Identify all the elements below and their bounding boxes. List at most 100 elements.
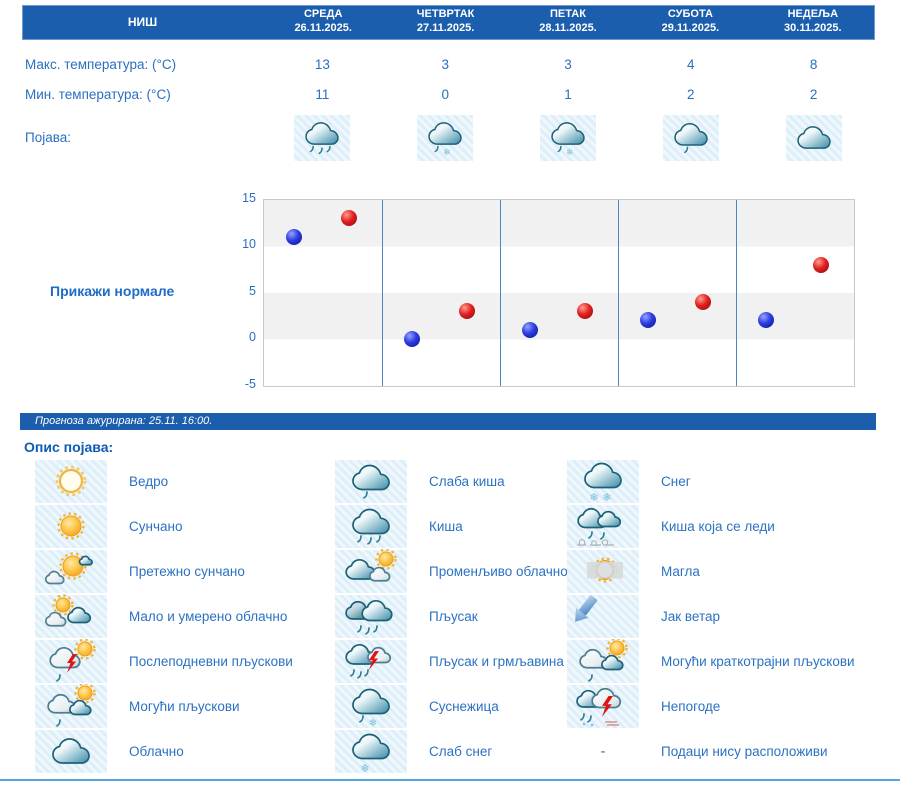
- max-temp-value: 8: [809, 56, 818, 72]
- min-temp-value: 2: [687, 86, 695, 102]
- cloud-icon: [35, 729, 107, 773]
- legend-item-label: Променљиво облачно: [429, 563, 568, 579]
- cloud-icon: [785, 114, 842, 161]
- show-normals-link[interactable]: Прикажи нормале: [50, 283, 174, 299]
- legend-item-label: Слаб снег: [429, 743, 493, 759]
- legend-item-label: Мало и умерено облачно: [129, 608, 288, 624]
- cloud-snow2-icon: ❄ ❄: [567, 459, 639, 503]
- legend-item: Јак ветар: [567, 594, 900, 639]
- legend-column: Ведро Сунчано Претежно сунчано Мало и умере…: [35, 459, 335, 774]
- y-axis-tick: -5: [244, 376, 256, 391]
- legend-item-label: Пљусак и грмљавина: [429, 653, 564, 669]
- sun-cloud-icon: [35, 549, 107, 593]
- legend-item: Магла: [567, 549, 900, 594]
- day-header: НЕДЕЉА 30.11.2025.: [784, 8, 842, 34]
- max-temp-point: [576, 303, 593, 320]
- weather-forecast-page: НИШ СРЕДА 26.11.2025. ЧЕТВРТАК 27.11.2025. П…: [0, 0, 900, 788]
- min-temp-value: 1: [564, 86, 572, 102]
- legend-item-label: Непогоде: [661, 698, 721, 714]
- clouds-sun2-icon: [335, 549, 407, 593]
- max-temp-value: 3: [564, 56, 572, 72]
- legend-item: - Подаци нису расположиви: [567, 729, 900, 774]
- temperature-chart: Прикажи нормале 15 10 5 0 -5: [0, 189, 900, 399]
- legend-item: Слаба киша: [335, 459, 567, 504]
- day-weather-cell: ❄: [384, 114, 507, 161]
- chart-day-separator: [736, 199, 737, 386]
- forecast-updated-bar: Прогноза ажурирана: 25.11. 16:00.: [20, 412, 876, 430]
- legend-item-label: Могући пљускови: [129, 698, 240, 714]
- min-temp-row: Мин. температура: (°C) 11 0 1 2 2: [22, 87, 875, 102]
- legend-item-label: Слаба киша: [429, 473, 505, 489]
- svg-text:❄: ❄: [360, 762, 369, 773]
- cloud-storm-rain-icon: [335, 639, 407, 683]
- legend-item: Киша: [335, 504, 567, 549]
- max-temp-point: [812, 256, 829, 273]
- clouds-sun-rain1-icon: [35, 684, 107, 728]
- fog-icon: [567, 549, 639, 593]
- cloud-sleet-icon: ❄: [539, 114, 596, 161]
- cloud-sleet-icon: ❄: [335, 684, 407, 728]
- cloud-storm-severe-icon: [567, 684, 639, 728]
- svg-text:❄: ❄: [369, 718, 377, 728]
- max-temp-label: Макс. температура: (°C): [25, 56, 177, 72]
- station-name: НИШ: [127, 14, 158, 29]
- phenomena-label: Појава:: [25, 130, 71, 145]
- legend-item: Могући краткотрајни пљускови: [567, 639, 900, 684]
- y-axis-tick: 10: [242, 237, 256, 251]
- legend-item: Облачно: [35, 729, 335, 774]
- bottom-divider: [0, 779, 900, 781]
- forecast-updated-text: Прогноза ажурирана: 25.11. 16:00.: [35, 414, 213, 427]
- legend-item-label: Облачно: [129, 743, 184, 759]
- chart-day-separator: [500, 199, 501, 386]
- cloud-sun-storm-icon: [35, 639, 107, 683]
- day-header: СУБОТА 29.11.2025.: [661, 8, 720, 34]
- max-temp-value: 13: [314, 56, 330, 72]
- cloud-snow1-icon: ❄: [335, 729, 407, 773]
- y-axis-tick: 5: [249, 283, 256, 298]
- legend-item-label: Јак ветар: [661, 608, 721, 624]
- y-axis-tick: 0: [249, 330, 256, 344]
- legend-column: ❄ ❄ Снег Киша која се леди Магла Јак ветар Мог…: [567, 459, 900, 774]
- cloud-rain3-icon: [335, 504, 407, 548]
- legend-item-label: Ведро: [129, 473, 169, 489]
- day-weather-cell: [752, 114, 875, 161]
- day-weather-cell: [261, 114, 384, 161]
- day-header: ЧЕТВРТАК 27.11.2025.: [416, 8, 475, 34]
- max-temp-value: 3: [441, 56, 449, 72]
- legend-item-label: Киша која се леди: [661, 518, 775, 534]
- legend-item-label: Снег: [661, 473, 691, 489]
- legend-item: Послеподневни пљускови: [35, 639, 335, 684]
- day-weather-cell: [629, 114, 752, 161]
- cloud-rain3-icon: [294, 114, 351, 161]
- legend-item: Променљиво облачно: [335, 549, 568, 594]
- clouds-sun-rain1-icon: [567, 639, 639, 683]
- legend-item: Мало и умерено облачно: [35, 594, 335, 639]
- day-header: СРЕДА 26.11.2025.: [294, 8, 352, 34]
- legend-item: Пљусак и грмљавина: [335, 639, 567, 684]
- y-axis-tick: 15: [242, 190, 256, 205]
- min-temp-point: [757, 312, 774, 329]
- legend-item-label: Могући краткотрајни пљускови: [661, 653, 855, 669]
- phenomena-legend: Ведро Сунчано Претежно сунчано Мало и умере…: [35, 459, 900, 774]
- svg-text:❄: ❄: [589, 491, 598, 503]
- legend-item: ❄ Суснежица: [335, 684, 567, 729]
- svg-text:-: -: [601, 743, 606, 760]
- legend-item-label: Сунчано: [129, 518, 183, 534]
- max-temp-point: [694, 293, 711, 310]
- forecast-table-header: НИШ СРЕДА 26.11.2025. ЧЕТВРТАК 27.11.2025. П…: [22, 5, 875, 40]
- legend-item-label: Послеподневни пљускови: [129, 653, 293, 669]
- cloud-sleet-icon: ❄: [417, 114, 474, 161]
- min-temp-value: 11: [315, 86, 330, 102]
- chart-day-separator: [382, 199, 383, 386]
- forecast-table: НИШ СРЕДА 26.11.2025. ЧЕТВРТАК 27.11.2025. П…: [22, 5, 875, 161]
- min-temp-point: [521, 321, 538, 338]
- legend-column: Слаба киша Киша Променљиво облачно Пљусак Пљ…: [335, 459, 568, 774]
- min-temp-point: [403, 331, 420, 347]
- svg-text:❄: ❄: [443, 148, 450, 157]
- legend-item: Пљусак: [335, 594, 567, 639]
- day-weather-cell: ❄: [507, 114, 630, 161]
- max-temp-row: Макс. температура: (°C) 13 3 3 4 8: [22, 57, 875, 72]
- legend-item-label: Претежно сунчано: [129, 563, 245, 579]
- sun-outline-icon: [35, 459, 107, 503]
- legend-item-label: Подаци нису расположиви: [661, 743, 828, 759]
